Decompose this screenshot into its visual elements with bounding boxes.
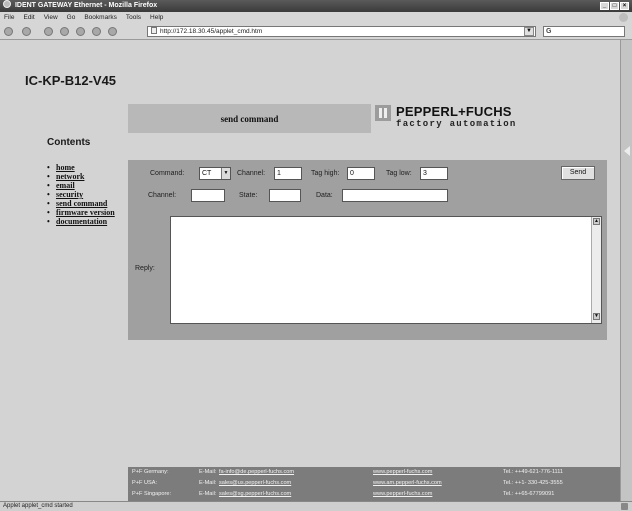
navigation-toolbar: http://172.18.30.45/applet_cmd.htm ▼ G [0,23,632,40]
nav-item-send-command: send command [47,199,127,208]
menu-bar: File Edit View Go Bookmarks Tools Help [0,12,632,23]
reply-label: Reply: [135,265,155,272]
channel-input[interactable]: 1 [274,167,302,180]
scroll-down-icon[interactable]: ▼ [593,313,600,320]
footer-email-link[interactable]: fa-info@de.pepperl-fuchs.com [219,468,294,477]
firefox-icon [3,0,11,8]
maximize-button[interactable]: □ [610,2,619,10]
reload-icon[interactable] [44,27,53,36]
home-icon[interactable] [76,27,85,36]
menu-bookmarks[interactable]: Bookmarks [84,12,117,23]
scroll-up-icon[interactable]: ▲ [593,218,600,225]
channel2-input[interactable] [191,189,225,202]
nav-link-documentation[interactable]: documentation [56,217,107,226]
sidebar-toggle-icon[interactable] [624,146,630,156]
reply-textarea[interactable]: ▲ ▼ [170,216,602,324]
search-box[interactable]: G [543,26,625,37]
footer-email-link[interactable]: sales@sg.pepperl-fuchs.com [219,490,291,499]
footer-country: P+F Singapore: [132,491,172,497]
back-icon[interactable] [4,27,13,36]
state-label: State: [239,192,258,199]
page-icon [151,27,157,34]
command-select[interactable]: CT ▼ [199,167,231,180]
nav-item-network: network [47,172,127,181]
footer-email-prefix: E-Mail: [199,480,217,486]
footer-web-link[interactable]: www.am.pepperl-fuchs.com [373,479,442,488]
nav-item-home: home [47,163,127,172]
url-dropdown-button[interactable]: ▼ [524,27,534,36]
footer-country: P+F Germany: [132,469,169,475]
footer-web-link[interactable]: www.pepperl-fuchs.com [373,468,432,477]
close-button[interactable]: × [620,2,629,10]
status-bar: Applet applet_cmd started [0,501,632,511]
send-button[interactable]: Send [561,166,595,180]
window-title: IDENT GATEWAY Ethernet - Mozilla Firefox [14,2,158,9]
window-titlebar: IDENT GATEWAY Ethernet - Mozilla Firefox… [0,0,632,12]
footer-web-link[interactable]: www.pepperl-fuchs.com [373,490,432,499]
device-title: IC-KP-B12-V45 [25,73,117,88]
search-engine-icon: G [546,28,552,35]
nav-item-firmware-version: firmware version [47,208,127,217]
state-input[interactable] [269,189,301,202]
command-label: Command: [150,170,185,177]
footer-row-singapore: P+F Singapore: E-Mail: sales@sg.pepperl-… [128,490,620,499]
menu-file[interactable]: File [4,12,14,23]
tag-low-input[interactable]: 3 [420,167,448,180]
footer-phone: Tel.: ++49-621-776-1111 [503,469,564,475]
command-select-value: CT [202,170,212,177]
brand-name: PEPPERL+FUCHS [396,104,512,119]
nav-link-network[interactable]: network [56,172,84,181]
tag-high-input[interactable]: 0 [347,167,375,180]
forward-icon[interactable] [22,27,31,36]
footer-email-prefix: E-Mail: [199,491,217,497]
data-label: Data: [316,192,333,199]
url-text: http://172.18.30.45/applet_cmd.htm [160,28,263,35]
nav-link-security[interactable]: security [56,190,83,199]
brand-tagline: factory automation [396,119,517,129]
channel2-label: Channel: [148,192,177,199]
nav-item-email: email [47,181,127,190]
menu-go[interactable]: Go [67,12,76,23]
nav-link-email[interactable]: email [56,181,75,190]
footer-email-prefix: E-Mail: [199,469,217,475]
pepperl-fuchs-logo-icon [375,105,391,121]
mail-icon[interactable] [108,27,117,36]
footer-email-link[interactable]: sales@us.pepperl-fuchs.com [219,479,291,488]
section-title: send command [128,104,371,133]
window-controls: _ □ × [600,2,629,10]
print-icon[interactable] [92,27,101,36]
footer-row-usa: P+F USA: E-Mail: sales@us.pepperl-fuchs.… [128,479,620,488]
status-text: Applet applet_cmd started [3,503,73,509]
data-input[interactable] [342,189,448,202]
command-applet-panel: Command: CT ▼ Channel: 1 Tag high: 0 Tag… [128,160,607,340]
chevron-down-icon[interactable]: ▼ [221,168,230,179]
footer-country: P+F USA: [132,480,158,486]
page-content: IC-KP-B12-V45 Contents home network emai… [0,40,620,501]
contents-heading: Contents [47,137,91,148]
throbber-icon [619,13,628,22]
java-status-icon [621,503,628,510]
menu-view[interactable]: View [44,12,58,23]
tag-high-label: Tag high: [311,170,340,177]
reply-scrollbar[interactable]: ▲ ▼ [591,217,601,323]
channel-label: Channel: [237,170,266,177]
nav-link-send-command[interactable]: send command [56,199,107,208]
nav-link-firmware-version[interactable]: firmware version [56,208,115,217]
menu-tools[interactable]: Tools [126,12,141,23]
nav-item-documentation: documentation [47,217,127,226]
minimize-button[interactable]: _ [600,2,609,10]
contents-nav: home network email security send command… [47,163,127,226]
contact-footer: P+F Germany: E-Mail: fa-info@de.pepperl-… [128,467,620,501]
nav-link-home[interactable]: home [56,163,75,172]
page-scrollbar[interactable] [620,40,632,501]
footer-phone: Tel.: ++65-67799091 [503,491,555,497]
stop-icon[interactable] [60,27,69,36]
url-bar[interactable]: http://172.18.30.45/applet_cmd.htm [147,26,536,37]
footer-row-germany: P+F Germany: E-Mail: fa-info@de.pepperl-… [128,468,620,477]
footer-phone: Tel.: ++1- 330-425-3555 [503,480,563,486]
tag-low-label: Tag low: [386,170,412,177]
menu-edit[interactable]: Edit [23,12,34,23]
menu-help[interactable]: Help [150,12,163,23]
nav-item-security: security [47,190,127,199]
